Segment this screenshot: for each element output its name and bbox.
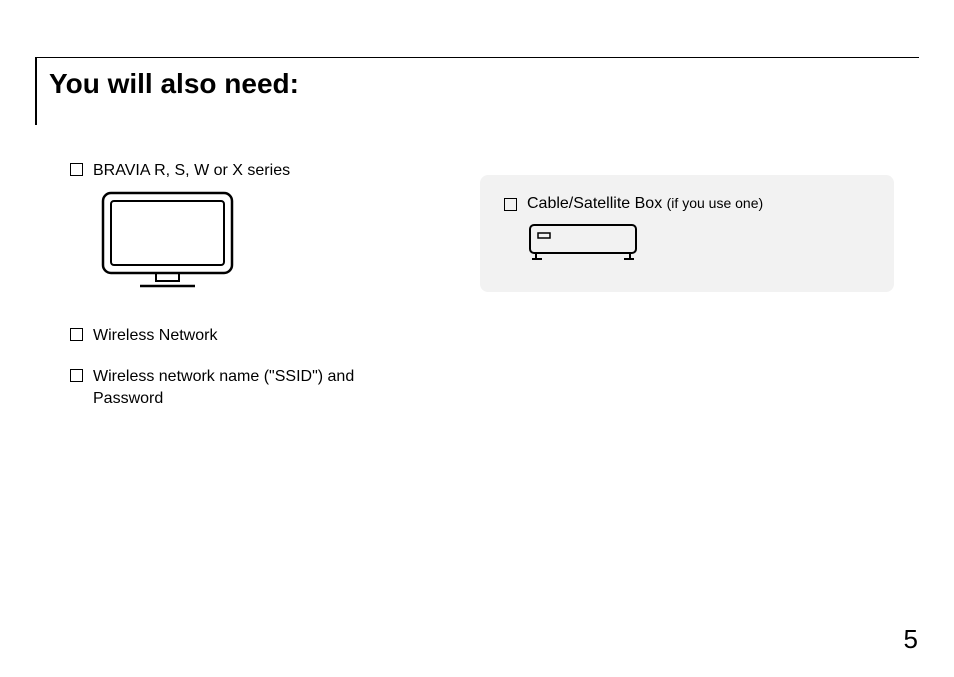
checkbox-icon [70,369,83,382]
checkbox-icon [70,163,83,176]
cable-box-suffix: (if you use one) [667,195,764,211]
checklist-item-tv: BRAVIA R, S, W or X series [60,160,440,182]
content-area: BRAVIA R, S, W or X series Wireless Netw… [60,160,894,415]
left-column: BRAVIA R, S, W or X series Wireless Netw… [60,160,440,415]
checkbox-icon [70,328,83,341]
checklist-item-cable-box: Cable/Satellite Box (if you use one) [504,195,870,213]
item-text-cable-box: Cable/Satellite Box (if you use one) [527,195,763,213]
checklist-item-ssid: Wireless network name ("SSID") and Passw… [60,366,440,409]
right-column: Cable/Satellite Box (if you use one) [480,160,894,415]
cable-box-label: Cable/Satellite Box [527,195,667,212]
tv-icon [100,190,440,295]
checkbox-icon [504,198,517,211]
document-page: You will also need: BRAVIA R, S, W or X … [0,0,954,677]
cable-box-icon [528,223,870,268]
item-text-wireless: Wireless Network [93,325,217,347]
item-text-ssid: Wireless network name ("SSID") and Passw… [93,366,383,409]
title-container: You will also need: [35,58,299,125]
optional-box: Cable/Satellite Box (if you use one) [480,175,894,292]
checklist-item-wireless: Wireless Network [60,325,440,347]
section-title: You will also need: [49,68,299,100]
page-number: 5 [904,624,918,655]
item-text-tv: BRAVIA R, S, W or X series [93,160,290,182]
